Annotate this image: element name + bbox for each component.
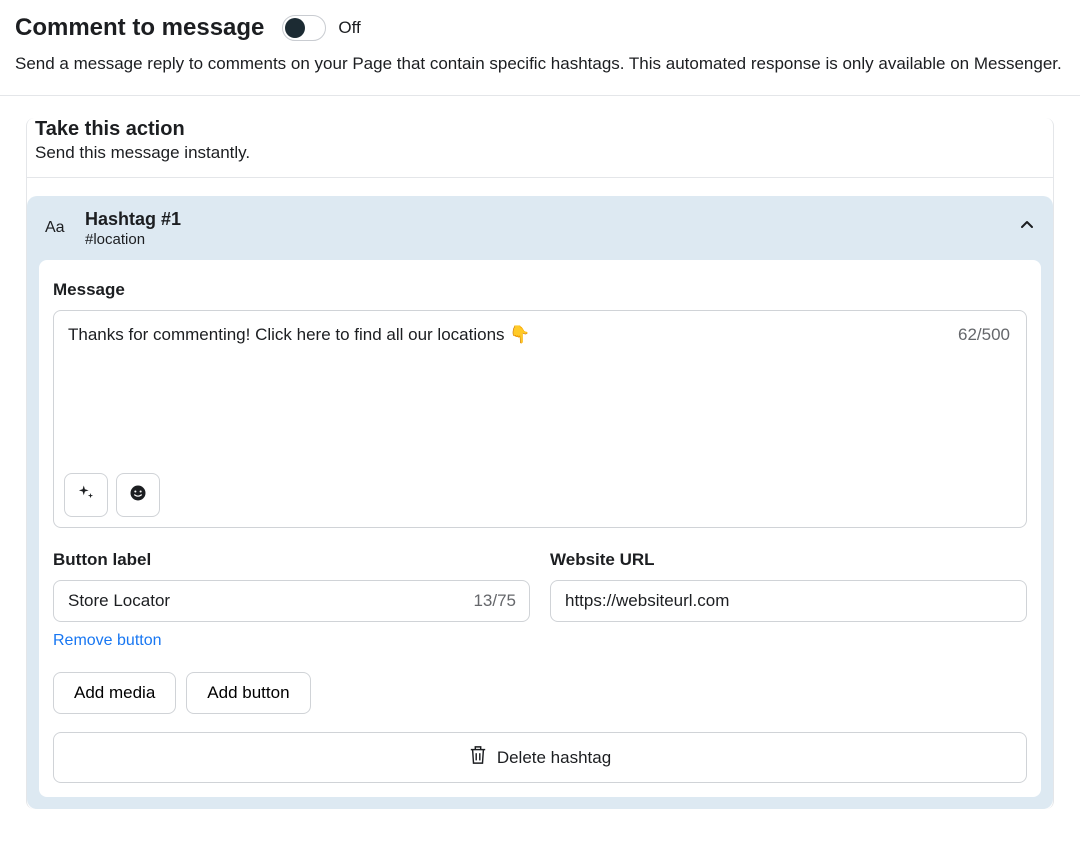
button-label-count: 13/75 [473,591,516,611]
add-media-button[interactable]: Add media [53,672,176,714]
button-label-input[interactable] [53,580,530,622]
page-header: Comment to message Off Send a message re… [0,0,1080,96]
feature-toggle[interactable] [282,15,326,41]
hashtag-value: #location [85,231,1019,248]
emoji-button[interactable] [116,473,160,517]
website-url-col: Website URL [550,550,1027,650]
sparkle-icon [77,484,95,507]
hashtag-title: Hashtag #1 [85,208,1019,231]
remove-button-link[interactable]: Remove button [53,632,162,650]
add-button-button[interactable]: Add button [186,672,310,714]
action-title: Take this action [35,118,1045,141]
hashtag-titles: Hashtag #1 #location [85,208,1019,248]
message-tools [64,473,160,517]
content: Take this action Send this message insta… [0,96,1080,833]
delete-hashtag-button[interactable]: Delete hashtag [53,732,1027,783]
emoji-icon [129,484,147,507]
trash-icon [469,745,487,770]
hashtag-header[interactable]: Aa Hashtag #1 #location [27,196,1053,260]
chevron-up-icon [1019,217,1035,238]
action-section: Take this action Send this message insta… [26,118,1054,809]
sparkle-button[interactable] [64,473,108,517]
text-aa-icon: Aa [45,219,85,237]
button-label-heading: Button label [53,550,530,570]
button-url-row: Button label 13/75 Remove button Website… [53,550,1027,650]
page-title: Comment to message [15,14,264,42]
page-description: Send a message reply to comments on your… [15,52,1065,77]
message-textarea[interactable]: Thanks for commenting! Click here to fin… [53,310,1027,528]
message-label: Message [53,280,1027,300]
message-char-count: 62/500 [958,325,1010,345]
toggle-knob [285,18,305,38]
hashtag-body: Message Thanks for commenting! Click her… [39,260,1041,797]
button-label-col: Button label 13/75 Remove button [53,550,530,650]
action-subtitle: Send this message instantly. [35,143,1045,163]
add-buttons-row: Add media Add button [53,672,1027,714]
message-text: Thanks for commenting! Click here to fin… [68,325,1012,345]
toggle-container: Off [282,15,360,41]
delete-hashtag-label: Delete hashtag [497,748,611,768]
website-url-heading: Website URL [550,550,1027,570]
toggle-state-label: Off [338,18,360,38]
action-header: Take this action Send this message insta… [27,118,1053,178]
hashtag-panel: Aa Hashtag #1 #location Message Thanks f… [27,196,1053,809]
website-url-input[interactable] [550,580,1027,622]
